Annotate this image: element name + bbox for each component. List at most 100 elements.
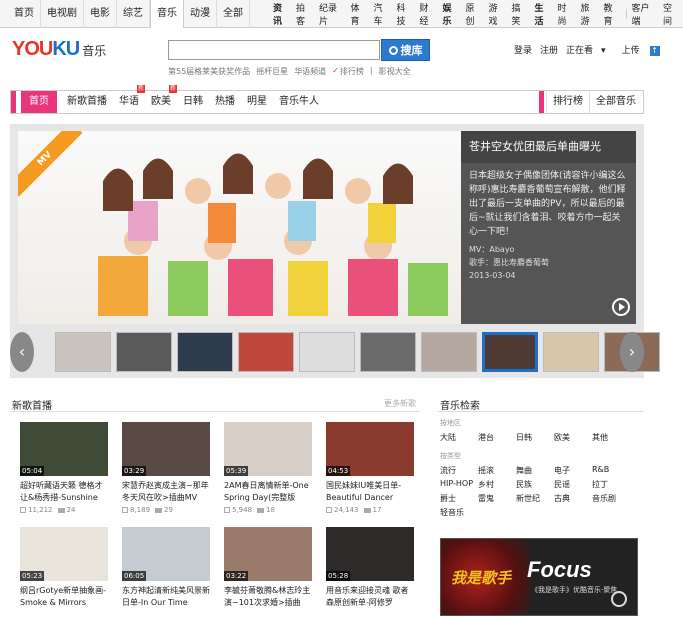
video-card[interactable]: 05:23 纲吕rGotye新单抽象画-Smoke & Mirrors [20,527,108,609]
video-title[interactable]: 超好听藏语天籁 德格才让&杨秀措-Sunshine [20,480,108,504]
top-nav-link[interactable]: 教育 [601,1,624,27]
hot-link[interactable]: 华语频道 [294,66,326,77]
top-nav-link[interactable]: 科技 [394,1,417,27]
region-link[interactable]: 欧美 [554,432,592,443]
video-thumbnail[interactable]: 04:53 [326,422,414,476]
search-input[interactable] [168,40,380,60]
genre-link[interactable]: 古典 [554,493,592,504]
top-nav-link[interactable]: 原创 [463,1,486,27]
channel-tab[interactable]: 首页 [21,91,57,113]
genre-link[interactable]: 音乐剧 [592,493,630,504]
client-link[interactable]: 客户端 [628,1,660,27]
top-nav-item[interactable]: 电视剧 [41,0,84,28]
play-icon[interactable] [612,298,630,316]
more-new-songs-link[interactable]: 更多新歌 [384,398,416,409]
video-thumbnail[interactable]: 05:04 [20,422,108,476]
genre-link[interactable]: 民谣 [554,479,592,490]
genre-link[interactable]: 新世纪 [516,493,554,504]
carousel-thumbnail[interactable] [299,332,355,372]
video-title[interactable]: 纲吕rGotye新单抽象画-Smoke & Mirrors [20,585,108,609]
video-card[interactable]: 05:39 2AM春日离情新单-One Spring Day(完整版 5,948 18 [224,422,312,514]
genre-link[interactable]: 爵士 [440,493,478,504]
video-thumbnail[interactable]: 05:39 [224,422,312,476]
region-link[interactable]: 大陆 [440,432,478,443]
play-icon[interactable] [611,591,627,607]
video-title[interactable]: 宋慧乔赵寅成主演~那年冬天风在吹>插曲MV [122,480,210,504]
next-arrow-icon[interactable]: › [620,332,644,372]
video-card[interactable]: 06:05 东方神起清新纯美风景新日单-In Our Time [122,527,210,609]
video-card[interactable]: 03:29 宋慧乔赵寅成主演~那年冬天风在吹>插曲MV 8,189 29 [122,422,210,514]
video-title[interactable]: 用音乐来迎接灵魂 歌者森原创新单-阿修罗 [326,585,414,609]
top-nav-item[interactable]: 动漫 [184,0,217,28]
top-nav-link[interactable]: 搞笑 [509,1,532,27]
top-nav-link[interactable]: 汽车 [371,1,394,27]
video-card[interactable]: 05:28 用音乐来迎接灵魂 歌者森原创新单-阿修罗 [326,527,414,609]
genre-link[interactable]: 拉丁 [592,479,630,490]
channel-tab[interactable]: 新歌首播 [61,91,113,113]
video-card[interactable]: 05:04 超好听藏语天籁 德格才让&杨秀措-Sunshine 11,212 24 [20,422,108,514]
carousel-thumbnail[interactable] [177,332,233,372]
video-thumbnail[interactable]: 03:22 [224,527,312,581]
video-thumbnail[interactable]: 06:05 [122,527,210,581]
space-link[interactable]: 空间 [660,1,683,27]
top-nav-item[interactable]: 综艺 [117,0,150,28]
video-thumbnail[interactable]: 05:28 [326,527,414,581]
channel-right-tab[interactable]: 全部音乐 [589,91,642,113]
top-nav-link[interactable]: 拍客 [293,1,316,27]
genre-link[interactable]: HIP-HOP [440,479,478,490]
hero-image[interactable]: MV [18,131,468,324]
video-title[interactable]: 国民妹妹IU唯美日单-Beautiful Dancer [326,480,414,504]
top-nav-item[interactable]: 电影 [84,0,117,28]
region-link[interactable]: 港台 [478,432,516,443]
carousel-thumbnail[interactable] [543,332,599,372]
genre-link[interactable]: 乡村 [478,479,516,490]
top-nav-link[interactable]: 资讯 [270,1,293,27]
upload-link[interactable]: 上传 ↑ [622,43,668,56]
watching-menu[interactable]: 正在看 ▾ [566,43,614,56]
hot-link[interactable]: 摇杆巨星 [256,66,288,77]
carousel-thumbnail[interactable] [360,332,416,372]
top-nav-item[interactable]: 首页 [8,0,41,28]
login-link[interactable]: 登录 [514,43,532,56]
carousel-thumbnail[interactable] [55,332,111,372]
hero-title[interactable]: 苍井空女优团最后单曲曝光 [461,131,636,163]
top-nav-link[interactable]: 财经 [417,1,440,27]
hot-link[interactable]: 第55届格莱美获奖作品 [168,66,250,77]
video-title[interactable]: 东方神起清新纯美风景新日单-In Our Time [122,585,210,609]
top-nav-link[interactable]: 旅游 [578,1,601,27]
top-nav-link[interactable]: 体育 [348,1,371,27]
video-card[interactable]: 04:53 国民妹妹IU唯美日单-Beautiful Dancer 24,143 17 [326,422,414,514]
library-link[interactable]: 影视大全 [379,66,411,77]
top-nav-item[interactable]: 全部 [217,0,250,28]
video-thumbnail[interactable]: 05:23 [20,527,108,581]
channel-tab[interactable]: 热播 [209,91,241,113]
video-title[interactable]: 李毓芬萧敬腾&林志玲主演~101次求婚>插曲 [224,585,312,609]
top-nav-item[interactable]: 音乐 [150,0,184,28]
genre-link[interactable]: 流行 [440,465,478,476]
register-link[interactable]: 注册 [540,43,558,56]
genre-link[interactable]: 轻音乐 [440,507,478,518]
carousel-thumbnail[interactable] [238,332,294,372]
region-link[interactable]: 日韩 [516,432,554,443]
carousel-thumbnail[interactable] [482,332,538,372]
video-thumbnail[interactable]: 03:29 [122,422,210,476]
channel-right-tab[interactable]: 排行榜 [546,91,589,113]
channel-tab[interactable]: 欧美 新 [145,85,177,113]
youku-music-logo[interactable]: YOU KU 音乐 [12,38,106,60]
region-link[interactable]: 其他 [592,432,630,443]
genre-link[interactable]: 电子 [554,465,592,476]
genre-link[interactable]: 舞曲 [516,465,554,476]
focus-banner[interactable]: 我是歌手 Focus 《我是歌手》优酷音乐·聚焦 [440,538,638,616]
top-nav-link[interactable]: 时尚 [555,1,578,27]
genre-link[interactable]: 民族 [516,479,554,490]
search-button[interactable]: 搜库 [381,39,430,61]
channel-tab[interactable]: 明星 [241,91,273,113]
top-nav-link[interactable]: 生活 [532,1,555,27]
carousel-thumbnail[interactable] [116,332,172,372]
channel-tab[interactable]: 华语 新 [113,85,145,113]
genre-link[interactable]: 摇滚 [478,465,516,476]
top-nav-link[interactable]: 纪录片 [316,1,348,27]
video-title[interactable]: 2AM春日离情新单-One Spring Day(完整版 [224,480,312,504]
prev-arrow-icon[interactable]: ‹ [10,332,34,372]
genre-link[interactable]: 雷鬼 [478,493,516,504]
